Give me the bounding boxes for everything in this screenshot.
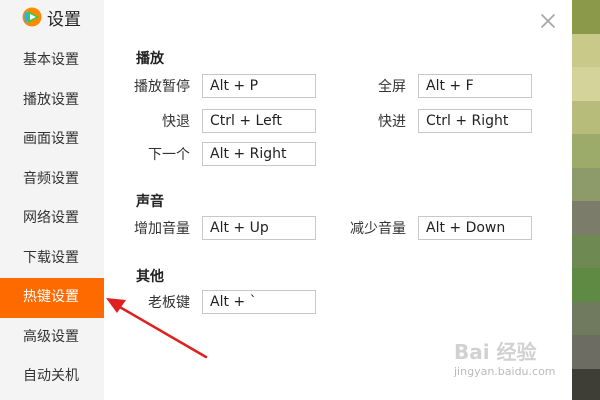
volume-down-label: 减少音量 [350,221,406,237]
section-title-other: 其他 [136,269,164,285]
brand: 设置 [22,4,81,30]
nav-item-hotkeys[interactable]: 热键设置 [0,278,104,318]
section-title-sound: 声音 [136,194,164,210]
baidu-watermark: Bai 经验 jingyan.baidu.com [454,336,572,392]
strip-block [572,100,600,134]
watermark-url: jingyan.baidu.com [454,365,556,378]
volume-up-label: 增加音量 [134,221,190,237]
nav-item-advanced[interactable]: 高级设置 [0,318,104,358]
strip-block [572,335,600,369]
boss-key-hotkey-input[interactable]: Alt + ` [202,290,316,314]
nav-item-download[interactable]: 下载设置 [0,239,104,279]
strip-block [572,167,600,201]
nav-item-auto-shutdown[interactable]: 自动关机 [0,357,104,397]
strip-block [572,301,600,335]
next-label: 下一个 [148,147,190,163]
fullscreen-hotkey-input[interactable]: Alt + F [418,74,532,98]
section-title-playback: 播放 [136,51,164,67]
nav-item-basic[interactable]: 基本设置 [0,41,104,81]
rewind-hotkey-input[interactable]: Ctrl + Left [202,109,316,133]
fullscreen-label: 全屏 [378,79,406,95]
strip-block [572,0,600,34]
boss-key-label: 老板键 [148,295,190,311]
nav-item-audio[interactable]: 音频设置 [0,160,104,200]
volume-down-hotkey-input[interactable]: Alt + Down [418,216,532,240]
pause-label: 播放暂停 [134,79,190,95]
volume-up-hotkey-input[interactable]: Alt + Up [202,216,316,240]
nav-item-network[interactable]: 网络设置 [0,199,104,239]
forward-label: 快进 [378,114,406,130]
nav-item-picture[interactable]: 画面设置 [0,120,104,160]
strip-block [572,201,600,235]
rewind-label: 快退 [162,114,190,130]
close-icon[interactable] [538,11,558,31]
strip-block [572,33,600,67]
settings-nav: 基本设置 播放设置 画面设置 音频设置 网络设置 下载设置 热键设置 高级设置 … [0,41,104,397]
nav-item-playback[interactable]: 播放设置 [0,81,104,121]
pause-hotkey-input[interactable]: Alt + P [202,74,316,98]
strip-block [572,368,600,400]
strip-block [572,268,600,302]
next-hotkey-input[interactable]: Alt + Right [202,142,316,166]
settings-window: 设置 基本设置 播放设置 画面设置 音频设置 网络设置 下载设置 热键设置 高级… [0,0,600,400]
tencent-video-logo-icon [22,7,42,27]
strip-block [572,67,600,101]
window-title: 设置 [47,9,81,30]
strip-block [572,134,600,168]
forward-hotkey-input[interactable]: Ctrl + Right [418,109,532,133]
background-image-strip [572,0,600,400]
watermark-brand: Bai 经验 [454,340,537,364]
sidebar: 设置 基本设置 播放设置 画面设置 音频设置 网络设置 下载设置 热键设置 高级… [0,0,104,400]
strip-block [572,234,600,268]
